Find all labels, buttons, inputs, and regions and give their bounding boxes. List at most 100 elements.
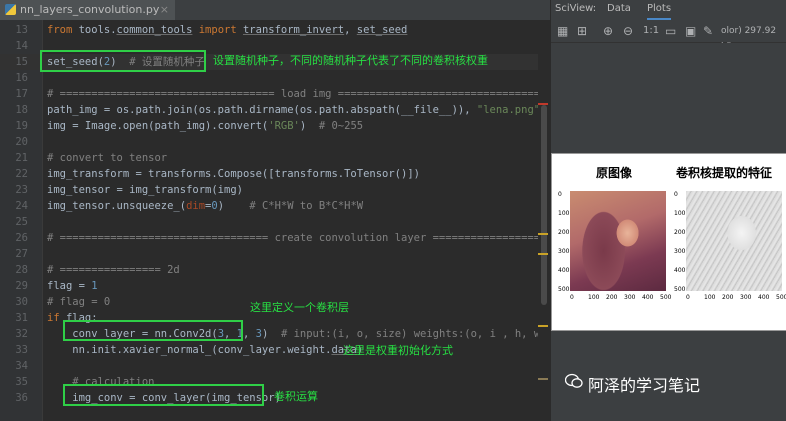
- y-tick-label: 500: [558, 286, 570, 293]
- plot-figure[interactable]: 原图像 卷积核提取的特征 0 100 200 300 400 500 0 100 200 300 4…: [551, 153, 786, 331]
- code-text: img = Image.open(path_img).convert('RGB'…: [47, 118, 363, 134]
- code-token: # convert to tensor: [47, 152, 168, 164]
- y-tick-label: 0: [558, 191, 562, 198]
- code-line[interactable]: 19 img = Image.open(path_img).convert('RG…: [0, 118, 550, 134]
- code-token: 'RGB': [268, 120, 300, 132]
- code-token: # C*H*W to B*C*H*W: [249, 200, 364, 212]
- watermark-text: 阿泽的学习笔记: [588, 376, 701, 395]
- background-icon[interactable]: ▣: [685, 23, 696, 39]
- file-tab[interactable]: nn_layers_convolution.py ×: [0, 0, 175, 20]
- code-line[interactable]: 17 # ================================== l…: [0, 86, 550, 102]
- seed-highlight-box: [40, 50, 206, 72]
- line-number: 15: [15, 56, 28, 68]
- code-token: "lena.png": [476, 104, 541, 116]
- original-image: [570, 191, 666, 291]
- code-text: # flag = 0: [47, 294, 110, 310]
- zoom-out-icon[interactable]: ⊖: [623, 23, 633, 39]
- tab-plots[interactable]: Plots: [647, 0, 672, 20]
- plots-toolbar: ▦ ⊞ ⊕ ⊖ 1:1 ▭ ▣ ✎ olor) 297.92 kB: [551, 20, 786, 52]
- code-line[interactable]: 28 # ================ 2d: [0, 262, 550, 278]
- code-line[interactable]: 34: [0, 358, 550, 374]
- code-token: ): [299, 120, 319, 132]
- info-marker[interactable]: [538, 378, 548, 380]
- code-line[interactable]: 21 # convert to tensor: [0, 150, 550, 166]
- code-token: # ================ 2d: [47, 264, 180, 276]
- x-tick-label: 500: [660, 294, 672, 301]
- fit-window-icon[interactable]: ▭: [665, 23, 676, 39]
- color-picker-icon[interactable]: ✎: [703, 23, 713, 39]
- x-tick-label: 100: [588, 294, 600, 301]
- line-number: 32: [15, 328, 28, 340]
- code-line[interactable]: 22 img_transform = transforms.Compose([tr…: [0, 166, 550, 182]
- code-line[interactable]: 26 # ================================= cr…: [0, 230, 550, 246]
- line-number: 23: [15, 184, 28, 196]
- code-text: img_tensor = img_transform(img): [47, 182, 243, 198]
- actual-size-button[interactable]: 1:1: [643, 23, 659, 39]
- tab-data[interactable]: Data: [607, 0, 631, 18]
- line-number: 27: [15, 248, 28, 260]
- table-view-icon[interactable]: ⊞: [577, 23, 587, 39]
- error-marker[interactable]: [538, 103, 548, 105]
- code-token: # 0~255: [318, 120, 364, 132]
- line-number: 13: [15, 24, 28, 36]
- x-tick-label: 500: [776, 294, 786, 301]
- code-token: img = Image.open(path_img).convert(: [47, 120, 269, 132]
- code-token: tools.: [78, 24, 117, 36]
- code-line[interactable]: 20: [0, 134, 550, 150]
- grid-view-icon[interactable]: ▦: [557, 23, 568, 39]
- line-number: 33: [15, 344, 28, 356]
- y-tick-label: 500: [674, 286, 686, 293]
- y-tick-label: 100: [674, 210, 686, 217]
- seed-annotation: 设置随机种子，不同的随机种子代表了不同的卷积核权重: [213, 54, 488, 67]
- code-text: # ================ 2d: [47, 262, 180, 278]
- line-number: 29: [15, 280, 28, 292]
- x-tick-label: 400: [758, 294, 770, 301]
- code-text: # ================================== loa…: [47, 86, 550, 102]
- file-tab-label: nn_layers_convolution.py: [20, 3, 160, 16]
- code-line[interactable]: 13 from tools.common_tools import transfo…: [0, 22, 550, 38]
- close-icon[interactable]: ×: [160, 0, 169, 20]
- line-number: 34: [15, 360, 28, 372]
- code-token: path_img = os.path.join(os.path.dirname(…: [47, 104, 477, 116]
- sciview-tabs: SciView: Data Plots: [551, 0, 786, 20]
- x-tick-label: 400: [642, 294, 654, 301]
- line-number: 16: [15, 72, 28, 84]
- line-number: 28: [15, 264, 28, 276]
- feature-map-image: [686, 191, 782, 291]
- code-token: set_seed: [356, 24, 408, 36]
- y-tick-label: 300: [674, 248, 686, 255]
- sciview-panel: SciView: Data Plots ▦ ⊞ ⊕ ⊖ 1:1 ▭ ▣ ✎ ol…: [550, 0, 786, 421]
- code-text: path_img = os.path.join(os.path.dirname(…: [47, 102, 546, 118]
- code-token: from: [47, 24, 79, 36]
- calc-annotation: 卷积运算: [274, 390, 318, 403]
- code-token: # ================================== loa…: [47, 88, 550, 100]
- code-line[interactable]: 25: [0, 214, 550, 230]
- code-text: flag = 1: [47, 278, 98, 294]
- code-line[interactable]: 29 flag = 1: [0, 278, 550, 294]
- code-text: nn.init.xavier_normal_(conv_layer.weight…: [47, 342, 363, 358]
- line-number: 30: [15, 296, 28, 308]
- code-line[interactable]: 27: [0, 246, 550, 262]
- line-number: 21: [15, 152, 28, 164]
- code-line[interactable]: 23 img_tensor = img_transform(img): [0, 182, 550, 198]
- left-plot-title: 原图像: [596, 166, 633, 180]
- zoom-in-icon[interactable]: ⊕: [603, 23, 613, 39]
- x-tick-label: 200: [722, 294, 734, 301]
- warning-marker[interactable]: [538, 233, 548, 235]
- scrollbar-thumb[interactable]: [541, 105, 547, 305]
- editor-tab-bar: nn_layers_convolution.py ×: [0, 0, 550, 21]
- code-text: # convert to tensor: [47, 150, 167, 166]
- line-number: 19: [15, 120, 28, 132]
- warning-marker[interactable]: [538, 253, 548, 255]
- warning-marker[interactable]: [538, 325, 548, 327]
- code-editor[interactable]: 13 from tools.common_tools import transfo…: [0, 20, 550, 421]
- code-token: # flag = 0: [47, 296, 111, 308]
- line-number: 18: [15, 104, 28, 116]
- conv-layer-highlight-box: [63, 320, 243, 341]
- plots-area: 原图像 卷积核提取的特征 0 100 200 300 400 500 0 100 200 300 4…: [551, 43, 786, 421]
- code-line[interactable]: 18 path_img = os.path.join(os.path.dirnam…: [0, 102, 550, 118]
- code-line[interactable]: 16: [0, 70, 550, 86]
- code-line[interactable]: 33 nn.init.xavier_normal_(conv_layer.wei…: [0, 342, 550, 358]
- code-token: 1: [91, 280, 98, 292]
- code-line[interactable]: 24 img_tensor.unsqueeze_(dim=0) # C*H*W t…: [0, 198, 550, 214]
